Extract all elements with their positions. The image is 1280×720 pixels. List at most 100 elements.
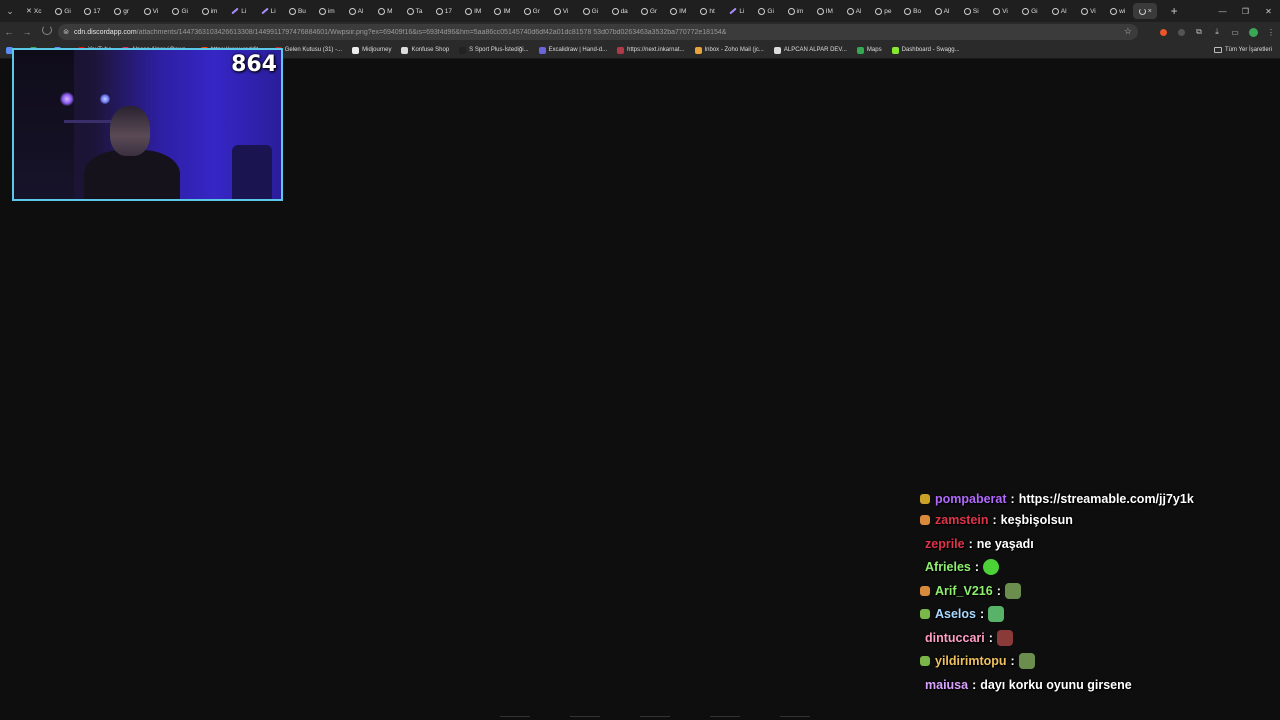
bookmark-item[interactable]: Inbox - Zoho Mail (jc... bbox=[694, 46, 764, 54]
browser-tab[interactable]: Gi bbox=[752, 3, 780, 19]
browser-tab[interactable]: Ta bbox=[401, 3, 429, 19]
tab-label: da bbox=[620, 7, 628, 15]
browser-tab[interactable]: im bbox=[782, 3, 810, 19]
chat-text: https://streamable.com/jj7y1k bbox=[1018, 492, 1194, 506]
browser-tab[interactable]: IM bbox=[811, 3, 839, 19]
browser-tab[interactable]: Gi bbox=[166, 3, 194, 19]
webcam-person-head bbox=[110, 106, 150, 156]
maximize-icon[interactable]: ❐ bbox=[1234, 0, 1257, 22]
tab-label: IM bbox=[679, 7, 687, 15]
excalidraw-icon bbox=[729, 7, 738, 15]
all-bookmarks[interactable]: Tüm Yer İşaretleri bbox=[1213, 42, 1272, 58]
chat-username[interactable]: Aselos bbox=[935, 607, 976, 621]
browser-tab[interactable]: Li bbox=[723, 3, 751, 19]
back-icon[interactable]: ← bbox=[0, 22, 18, 42]
bookmark-item[interactable]: S Sport Plus-İstediği... bbox=[459, 46, 529, 54]
tab-favicon-icon bbox=[640, 7, 648, 15]
tab-favicon-icon bbox=[611, 7, 619, 15]
tab-favicon-icon bbox=[700, 7, 708, 15]
bookmark-item[interactable]: Gelen Kutusu (31) -... bbox=[274, 46, 342, 54]
browser-tab[interactable]: Gi bbox=[1016, 3, 1044, 19]
tab-favicon-icon bbox=[582, 7, 590, 15]
close-window-icon[interactable]: ✕ bbox=[1257, 0, 1280, 22]
puzzle-icon[interactable]: ⧉ bbox=[1190, 22, 1208, 42]
download-icon[interactable]: ⤓ bbox=[1208, 22, 1226, 42]
extension-icon[interactable] bbox=[1172, 22, 1190, 42]
forward-icon[interactable]: → bbox=[18, 22, 36, 42]
browser-tab[interactable]: 17 bbox=[79, 3, 107, 19]
tab-close-icon[interactable]: × bbox=[1148, 8, 1152, 15]
tab-favicon-icon bbox=[435, 7, 443, 15]
chat-username[interactable]: Arif_V216 bbox=[935, 584, 993, 598]
browser-tab[interactable]: Gr bbox=[635, 3, 663, 19]
browser-tab[interactable]: Vi bbox=[987, 3, 1015, 19]
bookmark-star-icon[interactable]: ☆ bbox=[1124, 26, 1132, 37]
browser-tab[interactable]: Al bbox=[1045, 3, 1073, 19]
browser-tab[interactable]: Al bbox=[342, 3, 370, 19]
tab-favicon-icon bbox=[1051, 7, 1059, 15]
browser-tab[interactable]: Al bbox=[928, 3, 956, 19]
chat-username[interactable]: dintuccari bbox=[925, 631, 985, 645]
browser-tab[interactable]: IM bbox=[489, 3, 517, 19]
bookmark-item[interactable]: Midjourney bbox=[352, 46, 391, 54]
browser-tab[interactable]: Al bbox=[840, 3, 868, 19]
chat-separator: : bbox=[974, 560, 980, 574]
bookmark-label: Dashboard - Swagg... bbox=[901, 47, 960, 53]
chat-separator: : bbox=[988, 631, 993, 645]
tab-label: ht bbox=[709, 7, 715, 15]
browser-tab[interactable]: Gi bbox=[577, 3, 605, 19]
bookmark-item[interactable]: Dashboard - Swagg... bbox=[891, 46, 960, 54]
browser-tab[interactable]: Bu bbox=[284, 3, 312, 19]
browser-tab[interactable]: Vi bbox=[1075, 3, 1103, 19]
chat-username[interactable]: zamstein bbox=[935, 513, 989, 527]
chat-username[interactable]: Afrieles bbox=[925, 560, 971, 574]
chat-username[interactable]: maiusa bbox=[925, 678, 968, 692]
chat-username[interactable]: pompaberat bbox=[935, 492, 1007, 506]
browser-tab[interactable]: Si bbox=[958, 3, 986, 19]
bookmark-item[interactable]: https://next.inkarnat... bbox=[617, 46, 685, 54]
tab-favicon-icon bbox=[84, 7, 92, 15]
browser-tab[interactable]: wi bbox=[1104, 3, 1132, 19]
webcam-counter: 864 bbox=[231, 52, 277, 77]
browser-tab[interactable]: gr bbox=[108, 3, 136, 19]
browser-tab[interactable]: M bbox=[372, 3, 400, 19]
browser-tab[interactable]: ht bbox=[694, 3, 722, 19]
browser-tab[interactable]: Li bbox=[254, 3, 282, 19]
bookmark-item[interactable]: Excalidraw | Hand-d... bbox=[538, 46, 607, 54]
chat-username[interactable]: zeprile bbox=[925, 537, 965, 551]
browser-tab[interactable]: 17 bbox=[430, 3, 458, 19]
extension-icon[interactable] bbox=[1154, 22, 1172, 42]
menu-icon[interactable]: ⋮ bbox=[1262, 22, 1280, 42]
browser-tab[interactable]: im bbox=[196, 3, 224, 19]
new-tab-button[interactable]: + bbox=[1165, 4, 1183, 18]
tab-label: Gr bbox=[532, 7, 540, 15]
site-info-icon[interactable]: ⊜ bbox=[58, 28, 74, 36]
profile-avatar[interactable] bbox=[1244, 22, 1262, 42]
browser-tab[interactable]: da bbox=[606, 3, 634, 19]
browser-tab[interactable]: Bo bbox=[899, 3, 927, 19]
tab-search-icon[interactable]: ⌄ bbox=[0, 0, 20, 22]
tab-label: Gi bbox=[767, 7, 774, 15]
browser-tab[interactable]: im bbox=[313, 3, 341, 19]
active-tab[interactable]: × bbox=[1133, 3, 1158, 19]
minimize-icon[interactable]: — bbox=[1211, 0, 1234, 22]
browser-tab[interactable]: Vi bbox=[547, 3, 575, 19]
loading-spinner-icon[interactable] bbox=[42, 25, 52, 35]
browser-tab[interactable]: Gi bbox=[49, 3, 77, 19]
browser-tab[interactable]: pe bbox=[870, 3, 898, 19]
bookmark-item[interactable]: Konfuse Shop bbox=[401, 46, 449, 54]
sidebar-icon[interactable]: ▭ bbox=[1226, 22, 1244, 42]
browser-tab[interactable]: ✕ Xc bbox=[20, 3, 48, 19]
browser-tab[interactable]: IM bbox=[459, 3, 487, 19]
chat-username[interactable]: yildirimtopu bbox=[935, 654, 1007, 668]
browser-tab[interactable]: IM bbox=[665, 3, 693, 19]
tab-label: Gi bbox=[64, 7, 71, 15]
bookmark-favicon-icon bbox=[352, 46, 360, 54]
loading-icon bbox=[1138, 7, 1146, 15]
browser-tab[interactable]: Li bbox=[225, 3, 253, 19]
bookmark-item[interactable]: Maps bbox=[856, 46, 882, 54]
browser-tab[interactable]: Gr bbox=[518, 3, 546, 19]
address-bar[interactable]: ⊜ cdn.discordapp.com /attachments/144736… bbox=[58, 24, 1138, 40]
browser-tab[interactable]: Vi bbox=[137, 3, 165, 19]
bookmark-item[interactable]: ALPCAN ALPAR DEV... bbox=[773, 46, 847, 54]
